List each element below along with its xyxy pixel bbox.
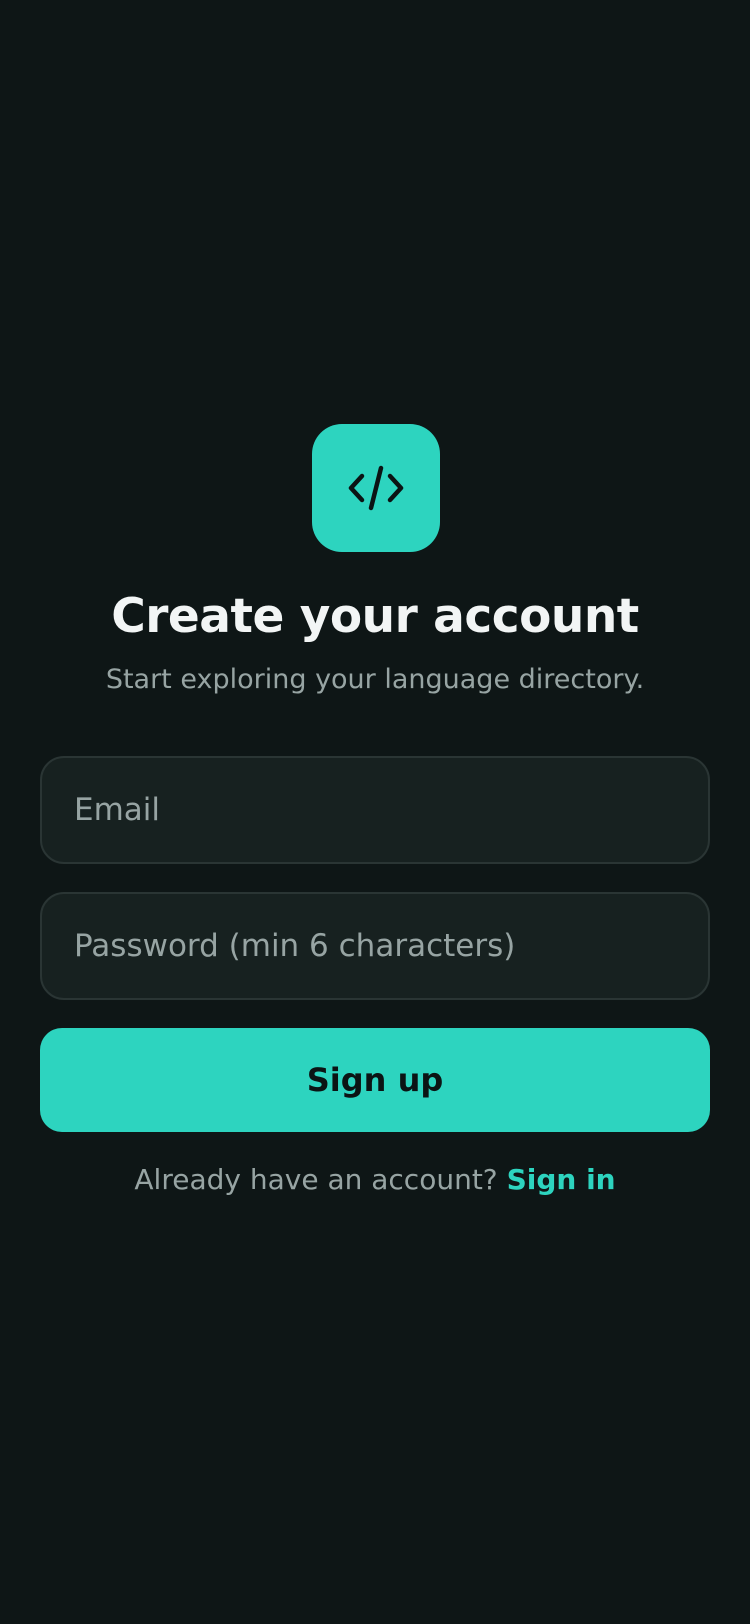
sign-up-button[interactable]: Sign up <box>40 1028 710 1132</box>
page-subtitle: Start exploring your language directory. <box>105 664 645 695</box>
code-brackets-icon <box>346 464 406 512</box>
sign-in-link[interactable]: Sign in <box>507 1163 616 1196</box>
page-title: Create your account <box>111 589 639 644</box>
password-field-container <box>40 892 710 1000</box>
app-logo <box>312 424 440 552</box>
email-field[interactable] <box>42 758 708 862</box>
sign-in-prompt: Already have an account? Sign in <box>0 1160 750 1200</box>
email-field-container <box>40 756 710 864</box>
sign-in-prompt-text: Already have an account? <box>134 1163 498 1196</box>
signup-screen: Create your account Start exploring your… <box>0 0 750 1624</box>
password-field[interactable] <box>42 894 708 998</box>
